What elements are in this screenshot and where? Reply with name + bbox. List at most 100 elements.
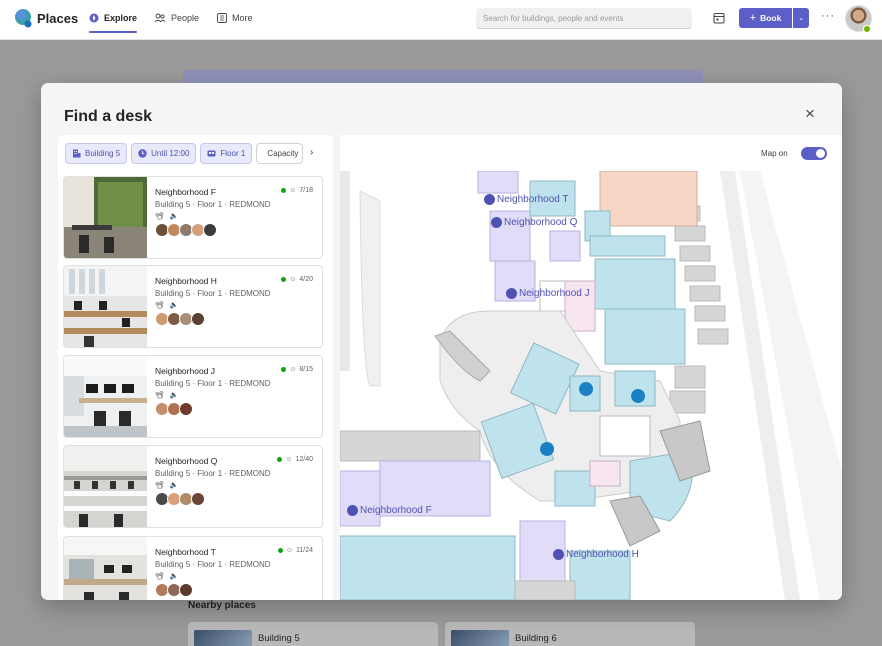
neighborhood-name: Neighborhood J [155,366,216,376]
map-label-neighborhood-j[interactable]: Neighborhood J [506,288,590,299]
nav-explore[interactable]: Explore [89,13,137,23]
location-pin-icon [553,549,564,560]
filter-bar: Building 5 Until 12:00 Floor 1 Capacity [65,143,304,165]
map-label-neighborhood-h[interactable]: Neighborhood H [553,549,639,560]
person-icon: ☺ [289,276,297,283]
person-icon: ☺ [289,366,297,373]
location-pin-icon [506,288,517,299]
map-toggle[interactable] [801,147,827,160]
map-label-text: Neighborhood T [497,194,569,205]
neighborhood-card[interactable]: Neighborhood J ☺ 8/15 Building 5 · Floor … [63,355,323,438]
presence-available-icon [863,25,871,33]
person-icon: ☺ [285,456,293,463]
map-label-text: Neighborhood Q [504,217,578,228]
availability: ☺ 11/24 [277,547,313,554]
filter-chip-time[interactable]: Until 12:00 [131,143,197,164]
neighborhood-name: Neighborhood F [155,187,216,197]
location-pin-icon [347,505,358,516]
avatar [191,312,205,326]
nav-people-label: People [171,13,200,23]
floor-plan-map[interactable] [340,171,842,600]
amenity-icons: 📽 🔈 [155,302,181,309]
availability: ☺ 12/40 [277,456,313,463]
compass-icon [89,13,99,23]
neighborhood-card[interactable]: Neighborhood Q ☺ 12/40 Building 5 · Floor… [63,445,323,528]
neighborhood-location: Building 5 · Floor 1 · REDMOND [155,379,271,388]
search-placeholder: Search for buildings, people and events [483,14,624,23]
neighborhood-list-panel: Building 5 Until 12:00 Floor 1 Capacity … [58,135,333,600]
floor-map-panel: Map on Neighborhood T Neighborhood Q Nei… [340,135,842,600]
floor-icon [207,150,216,157]
neighborhood-photo [64,446,147,527]
people-avatars [155,402,193,416]
amenity-icons: 📽 🔈 [155,482,181,489]
map-label-text: Neighborhood F [360,505,432,516]
calendar-icon[interactable] [712,11,726,25]
find-desk-dialog: Find a desk × Building 5 Until 12:00 Flo… [41,83,842,600]
people-avatars [155,312,205,326]
filter-chip-building[interactable]: Building 5 [65,143,128,164]
avatar [203,223,217,237]
book-label: Book [760,13,782,23]
neighborhood-card[interactable]: Neighborhood F ☺ 7/18 Building 5 · Floor … [63,176,323,259]
nearby-card[interactable]: Building 6 [445,622,695,646]
location-pin-icon [491,217,502,228]
dialog-title: Find a desk [64,108,153,125]
nav-more[interactable]: More [217,13,253,23]
nearby-card-label: Building 6 [515,633,557,644]
neighborhood-card[interactable]: Neighborhood H ☺ 4/20 Building 5 · Floor … [63,265,323,348]
availability-count: 12/40 [295,456,313,463]
person-icon: ☺ [285,547,293,554]
filter-chip-label: Until 12:00 [151,149,190,158]
chevron-right-icon[interactable]: › [310,147,313,158]
neighborhood-location: Building 5 · Floor 1 · REDMOND [155,469,271,478]
plus-icon: + [749,12,757,24]
neighborhood-location: Building 5 · Floor 1 · REDMOND [155,289,271,298]
people-icon [154,13,166,23]
map-label-neighborhood-t[interactable]: Neighborhood T [484,194,569,205]
available-dot-icon [277,548,283,553]
nav-active-indicator [89,31,137,33]
filter-chip-label: Capacity [267,149,299,158]
map-label-text: Neighborhood H [566,549,639,560]
more-options-icon[interactable]: ··· [821,10,835,22]
neighborhood-photo [64,356,147,437]
nav-people[interactable]: People [154,13,199,23]
available-dot-icon [281,188,287,193]
neighborhood-name: Neighborhood Q [155,456,218,466]
map-label-neighborhood-q[interactable]: Neighborhood Q [491,217,577,228]
availability: ☺ 8/15 [281,366,313,373]
nav-more-label: More [232,13,253,23]
toggle-knob [816,149,825,158]
neighborhood-card[interactable]: Neighborhood T ☺ 11/24 Building 5 · Floor… [63,536,323,600]
filter-chip-label: Floor 1 [220,149,246,158]
people-avatars [155,492,205,506]
building-icon [73,149,81,158]
book-button[interactable]: + Book [739,8,792,28]
book-dropdown-button[interactable]: ⌄ [793,8,809,28]
nearby-card[interactable]: Building 5 [188,622,438,646]
neighborhood-name: Neighborhood H [155,276,217,286]
available-dot-icon [281,367,287,372]
avatar [191,492,205,506]
filter-chip-label: Building 5 [85,149,121,158]
amenity-icons: 📽 🔈 [155,573,181,580]
availability-count: 7/18 [299,187,313,194]
close-icon[interactable]: × [801,105,819,123]
map-header: Map on [340,135,842,171]
filter-chip-capacity[interactable]: Capacity [256,143,304,164]
chevron-down-icon: ⌄ [798,15,804,22]
building-thumbnail [194,630,252,646]
search-input[interactable]: Search for buildings, people and events [476,8,692,29]
filter-chip-floor[interactable]: Floor 1 [200,143,253,164]
neighborhood-name: Neighborhood T [155,547,216,557]
avatar [179,402,193,416]
map-label-neighborhood-f[interactable]: Neighborhood F [347,505,432,516]
neighborhood-photo [64,537,147,600]
availability-count: 11/24 [296,547,313,554]
nav-explore-label: Explore [104,13,138,23]
location-pin-icon [484,194,495,205]
people-avatars [155,223,217,237]
neighborhood-location: Building 5 · Floor 1 · REDMOND [155,200,271,209]
availability: ☺ 7/18 [281,187,313,194]
